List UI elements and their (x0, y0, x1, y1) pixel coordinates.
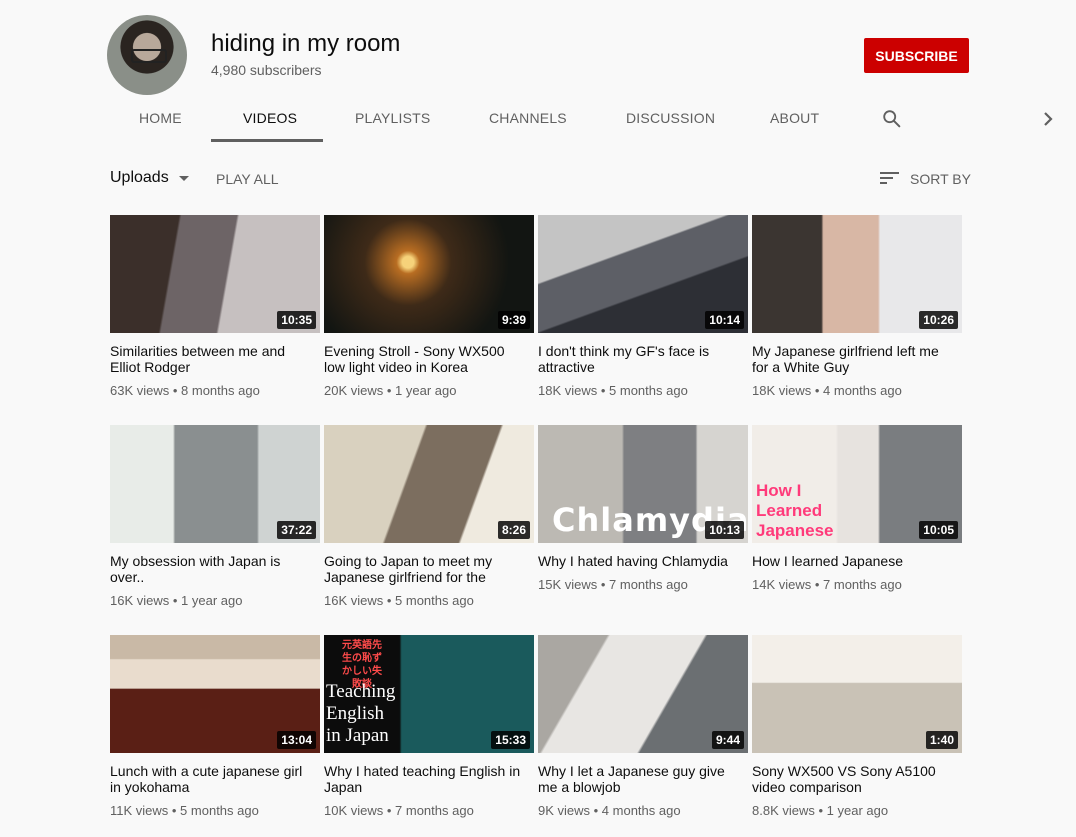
video-card[interactable]: 10:35 Similarities between me and Elliot… (110, 215, 320, 425)
thumbnail-overlay-text: How I Learned Japanese (756, 481, 834, 540)
video-thumbnail[interactable]: 10:14 (538, 215, 748, 333)
video-meta: 18K views • 5 months ago (538, 383, 688, 398)
video-duration: 10:13 (705, 521, 744, 539)
video-duration: 37:22 (277, 521, 316, 539)
subscriber-count: 4,980 subscribers (211, 62, 322, 78)
tab-home[interactable]: HOME (139, 110, 182, 142)
video-duration: 13:04 (277, 731, 316, 749)
video-title[interactable]: Evening Stroll - Sony WX500 low light vi… (324, 343, 534, 375)
video-duration: 1:40 (925, 731, 958, 749)
sort-by-button[interactable]: SORT BY (910, 171, 971, 187)
tab-about[interactable]: ABOUT (770, 110, 819, 142)
video-meta: 18K views • 4 months ago (752, 383, 902, 398)
video-card[interactable]: Chlamydia 10:13 Why I hated having Chlam… (538, 425, 748, 635)
video-title[interactable]: I don't think my GF's face is attractive (538, 343, 748, 375)
chevron-right-icon[interactable] (1040, 108, 1058, 130)
video-meta: 14K views • 7 months ago (752, 577, 902, 592)
video-meta: 10K views • 7 months ago (324, 803, 474, 818)
video-card[interactable]: 元英語先生の恥ずかしい失敗談 Teaching English in Japan… (324, 635, 534, 837)
video-title[interactable]: My obsession with Japan is over.. (110, 553, 320, 585)
video-thumbnail[interactable]: 37:22 (110, 425, 320, 543)
channel-name: hiding in my room (211, 30, 401, 57)
video-duration: 10:14 (705, 311, 744, 329)
video-title[interactable]: Sony WX500 VS Sony A5100 video compariso… (752, 763, 962, 795)
video-duration: 9:39 (497, 311, 530, 329)
video-duration: 10:26 (919, 311, 958, 329)
video-title[interactable]: Why I hated teaching English in Japan (324, 763, 534, 795)
video-thumbnail[interactable]: How I Learned Japanese 10:05 (752, 425, 962, 543)
video-thumbnail[interactable]: 13:04 (110, 635, 320, 753)
video-card[interactable]: 8:26 Going to Japan to meet my Japanese … (324, 425, 534, 635)
video-title[interactable]: Lunch with a cute japanese girl in yokoh… (110, 763, 320, 795)
video-title[interactable]: My Japanese girlfriend left me for a Whi… (752, 343, 962, 375)
video-thumbnail[interactable]: 元英語先生の恥ずかしい失敗談 Teaching English in Japan… (324, 635, 534, 753)
video-title[interactable]: How I learned Japanese (752, 553, 962, 569)
video-title[interactable]: Why I let a Japanese guy give me a blowj… (538, 763, 748, 795)
tab-playlists[interactable]: PLAYLISTS (355, 110, 430, 142)
video-card[interactable]: How I Learned Japanese 10:05 How I learn… (752, 425, 962, 635)
video-meta: 16K views • 5 months ago (324, 593, 474, 608)
video-duration: 10:05 (919, 521, 958, 539)
video-thumbnail[interactable]: 10:26 (752, 215, 962, 333)
video-duration: 15:33 (491, 731, 530, 749)
subscribe-button[interactable]: SUBSCRIBE (864, 38, 969, 73)
tab-channels[interactable]: CHANNELS (489, 110, 567, 142)
video-meta: 16K views • 1 year ago (110, 593, 243, 608)
active-tab-indicator (211, 139, 323, 142)
tab-discussion[interactable]: DISCUSSION (626, 110, 715, 142)
search-icon[interactable] (881, 108, 903, 130)
thumbnail-overlay-text: Teaching English in Japan (326, 681, 396, 746)
uploads-dropdown[interactable]: Uploads (110, 169, 189, 187)
video-title[interactable]: Why I hated having Chlamydia (538, 553, 748, 569)
video-title[interactable]: Similarities between me and Elliot Rodge… (110, 343, 320, 375)
video-card[interactable]: 10:14 I don't think my GF's face is attr… (538, 215, 748, 425)
video-thumbnail[interactable]: Chlamydia 10:13 (538, 425, 748, 543)
video-thumbnail[interactable]: 9:39 (324, 215, 534, 333)
video-meta: 20K views • 1 year ago (324, 383, 457, 398)
video-duration: 9:44 (711, 731, 744, 749)
video-meta: 63K views • 8 months ago (110, 383, 260, 398)
video-duration: 10:35 (277, 311, 316, 329)
channel-avatar[interactable] (107, 15, 187, 95)
video-title[interactable]: Going to Japan to meet my Japanese girlf… (324, 553, 534, 585)
video-meta: 9K views • 4 months ago (538, 803, 681, 818)
video-thumbnail[interactable]: 10:35 (110, 215, 320, 333)
uploads-label: Uploads (110, 169, 169, 186)
video-duration: 8:26 (497, 521, 530, 539)
video-meta: 15K views • 7 months ago (538, 577, 688, 592)
video-card[interactable]: 37:22 My obsession with Japan is over.. … (110, 425, 320, 635)
tab-videos[interactable]: VIDEOS (243, 110, 297, 142)
video-card[interactable]: 1:40 Sony WX500 VS Sony A5100 video comp… (752, 635, 962, 837)
video-thumbnail[interactable]: 9:44 (538, 635, 748, 753)
video-card[interactable]: 9:39 Evening Stroll - Sony WX500 low lig… (324, 215, 534, 425)
video-meta: 11K views • 5 months ago (110, 803, 259, 818)
video-card[interactable]: 9:44 Why I let a Japanese guy give me a … (538, 635, 748, 837)
caret-down-icon (178, 175, 189, 181)
video-card[interactable]: 13:04 Lunch with a cute japanese girl in… (110, 635, 320, 837)
sort-icon[interactable] (879, 169, 901, 187)
video-meta: 8.8K views • 1 year ago (752, 803, 889, 818)
video-grid: 10:35 Similarities between me and Elliot… (110, 215, 962, 837)
play-all-button[interactable]: PLAY ALL (216, 171, 279, 187)
video-thumbnail[interactable]: 1:40 (752, 635, 962, 753)
video-card[interactable]: 10:26 My Japanese girlfriend left me for… (752, 215, 962, 425)
video-thumbnail[interactable]: 8:26 (324, 425, 534, 543)
